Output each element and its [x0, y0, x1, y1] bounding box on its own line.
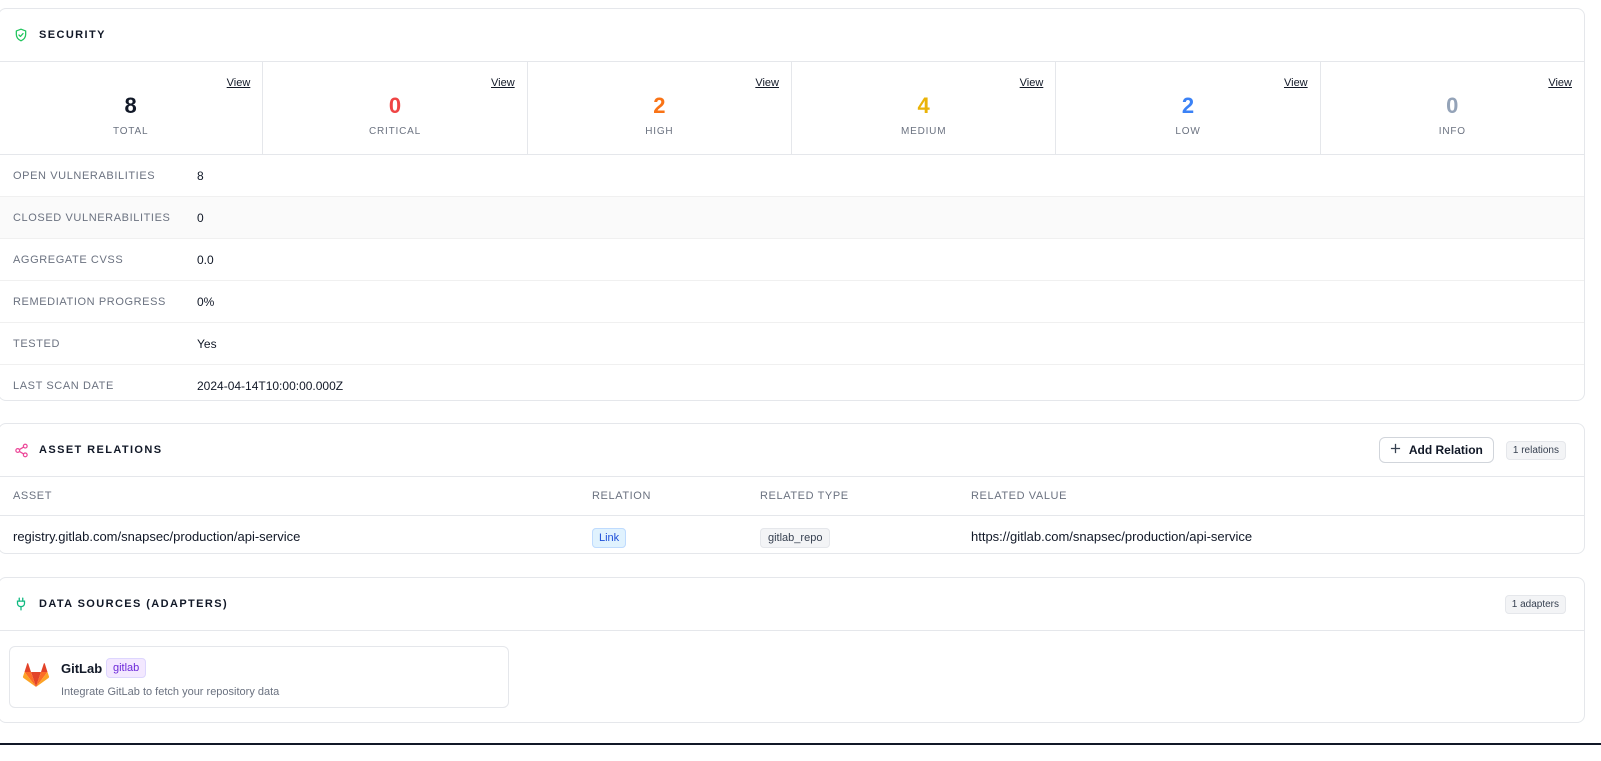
row-value: 0: [197, 210, 204, 225]
row-value: 0.0: [197, 252, 214, 267]
stat-low-label: LOW: [1175, 126, 1201, 137]
stat-total: View 8 TOTAL: [0, 62, 264, 154]
col-relation: RELATION: [592, 490, 651, 502]
view-high-link[interactable]: View: [755, 77, 779, 89]
stat-high-label: HIGH: [645, 126, 674, 137]
cell-asset: registry.gitlab.com/snapsec/production/a…: [13, 528, 301, 544]
adapters-actions: 1 adapters: [1504, 578, 1566, 630]
stat-info-label: INFO: [1438, 126, 1466, 137]
adapter-name: GitLab: [61, 661, 103, 676]
relations-count-badge: 1 relations: [1505, 440, 1566, 460]
plus-icon: [1390, 443, 1401, 457]
row-key: CLOSED VULNERABILITIES: [13, 211, 171, 224]
view-total-link[interactable]: View: [227, 77, 251, 89]
row-tested: TESTED Yes: [0, 323, 1584, 365]
asset-relations-card: ASSET RELATIONS Add Relation 1 relations…: [0, 423, 1585, 554]
row-value: 8: [197, 168, 204, 183]
stat-high-value: 2: [653, 93, 666, 118]
relation-badge: Link: [592, 527, 627, 548]
stat-high: View 2 HIGH: [528, 62, 792, 154]
stat-medium: View 4 MEDIUM: [792, 62, 1057, 154]
data-sources-card: DATA SOURCES (ADAPTERS) 1 adapters GitLa…: [0, 577, 1585, 723]
adapters-header: DATA SOURCES (ADAPTERS) 1 adapters: [0, 578, 1584, 631]
row-aggregate-cvss: AGGREGATE CVSS 0.0: [0, 239, 1584, 281]
stat-low-value: 2: [1181, 93, 1195, 118]
stat-critical-label: CRITICAL: [369, 126, 421, 137]
stat-total-label: TOTAL: [113, 126, 149, 137]
bottom-divider: [0, 743, 1601, 745]
adapters-title: DATA SOURCES (ADAPTERS): [39, 598, 229, 610]
relations-header: ASSET RELATIONS Add Relation 1 relations: [0, 424, 1584, 477]
share-icon: [13, 442, 29, 458]
security-card: SECURITY View 8 TOTAL View 0 CRITICAL Vi…: [0, 8, 1585, 401]
view-critical-link[interactable]: View: [491, 77, 515, 89]
adapters-count-badge: 1 adapters: [1504, 594, 1566, 614]
stat-info-value: 0: [1446, 93, 1459, 118]
stat-total-value: 8: [124, 93, 137, 118]
row-key: REMEDIATION PROGRESS: [13, 295, 166, 308]
row-value: 2024-04-14T10:00:00.000Z: [197, 378, 344, 393]
stat-critical-value: 0: [388, 93, 402, 118]
row-key: OPEN VULNERABILITIES: [13, 169, 156, 182]
col-related-value: RELATED VALUE: [971, 490, 1068, 502]
severity-stats: View 8 TOTAL View 0 CRITICAL View 2 HIGH…: [0, 62, 1584, 155]
row-key: AGGREGATE CVSS: [13, 253, 124, 266]
row-closed-vulnerabilities: CLOSED VULNERABILITIES 0: [0, 197, 1584, 239]
row-open-vulnerabilities: OPEN VULNERABILITIES 8: [0, 155, 1584, 197]
plug-icon: [13, 596, 29, 612]
stat-info: View 0 INFO: [1321, 62, 1584, 154]
adapter-card-gitlab[interactable]: GitLab gitlab Integrate GitLab to fetch …: [9, 646, 509, 708]
cell-related-type: gitlab_repo: [760, 527, 971, 548]
add-relation-button[interactable]: Add Relation: [1378, 437, 1494, 463]
cell-relation: Link: [592, 527, 760, 548]
relations-table-header: ASSET RELATION RELATED TYPE RELATED VALU…: [0, 477, 1584, 516]
cell-related-value: https://gitlab.com/snapsec/production/ap…: [971, 528, 1253, 544]
row-last-scan-date: LAST SCAN DATE 2024-04-14T10:00:00.000Z: [0, 365, 1584, 400]
view-medium-link[interactable]: View: [1020, 77, 1044, 89]
relations-actions: Add Relation 1 relations: [1378, 424, 1566, 476]
row-key: TESTED: [13, 337, 60, 350]
col-related-type: RELATED TYPE: [760, 490, 849, 502]
table-row[interactable]: registry.gitlab.com/snapsec/production/a…: [0, 516, 1584, 553]
stat-low: View 2 LOW: [1056, 62, 1321, 154]
adapter-tag: gitlab: [106, 658, 147, 678]
view-low-link[interactable]: View: [1284, 77, 1308, 89]
row-remediation-progress: REMEDIATION PROGRESS 0%: [0, 281, 1584, 323]
stat-critical: View 0 CRITICAL: [263, 62, 528, 154]
relations-title: ASSET RELATIONS: [39, 444, 163, 456]
adapter-description: Integrate GitLab to fetch your repositor…: [61, 686, 280, 698]
add-relation-label: Add Relation: [1408, 443, 1483, 457]
stat-medium-value: 4: [917, 93, 930, 118]
col-asset: ASSET: [13, 490, 53, 502]
gitlab-logo-icon: [22, 661, 50, 689]
view-info-link[interactable]: View: [1548, 77, 1572, 89]
related-type-badge: gitlab_repo: [760, 527, 831, 548]
security-title: SECURITY: [39, 29, 106, 41]
security-details: OPEN VULNERABILITIES 8 CLOSED VULNERABIL…: [0, 155, 1584, 400]
shield-check-icon: [13, 27, 29, 43]
security-header: SECURITY: [0, 9, 1584, 62]
stat-medium-label: MEDIUM: [900, 126, 947, 137]
row-value: 0%: [197, 294, 215, 309]
row-key: LAST SCAN DATE: [13, 379, 114, 392]
row-value: Yes: [197, 336, 217, 351]
